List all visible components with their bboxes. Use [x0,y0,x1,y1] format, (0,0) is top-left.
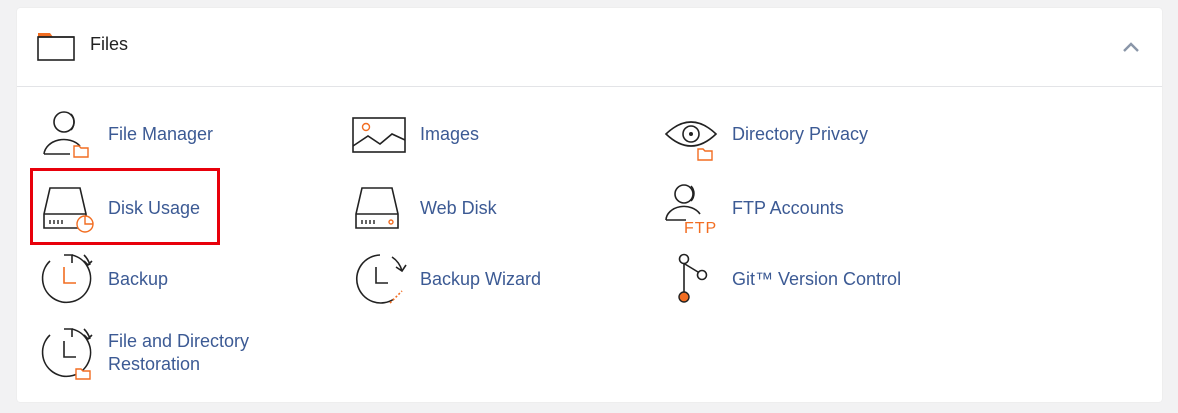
item-label: Web Disk [420,197,497,218]
item-label: Images [420,123,480,144]
web-disk-icon [355,187,399,229]
item-label: Backup Wizard [420,268,542,289]
file-manager-link[interactable]: File Manager [40,106,213,162]
file-manager-icon [43,111,89,158]
ftp-accounts-icon: FTP [665,184,717,236]
backup-link[interactable]: Backup [40,251,168,307]
item-label: Git™ Version Control [732,268,902,289]
file-restoration-icon [41,328,93,380]
item-label: Backup [108,268,169,289]
images-link[interactable]: Images [352,106,479,162]
web-disk-link[interactable]: Web Disk [352,180,497,236]
disk-usage-icon [43,187,94,233]
directory-privacy-icon [664,121,718,161]
git-version-control-link[interactable]: Git™ Version Control [664,251,901,307]
images-icon [352,117,406,153]
directory-privacy-link[interactable]: Directory Privacy [664,106,868,162]
files-panel: Files File Manager Images Directory Priv… [17,8,1162,402]
panel-title: Files [90,34,129,54]
file-directory-restoration-link[interactable]: File and Directory Restoration [40,325,268,381]
chevron-up-icon[interactable] [1120,38,1142,56]
panel-header[interactable]: Files [17,8,1162,87]
item-label: Directory Privacy [732,123,869,144]
item-label: File Manager [108,123,214,144]
ftp-accounts-link[interactable]: FTP FTP Accounts [664,180,844,236]
ftp-icon-text: FTP [684,220,717,236]
backup-icon [41,254,93,304]
git-icon [678,253,708,303]
item-label: FTP Accounts [732,197,844,218]
backup-wizard-icon [355,254,407,304]
item-label: Disk Usage [108,197,201,218]
backup-wizard-link[interactable]: Backup Wizard [352,251,541,307]
item-label: File and Directory Restoration [108,331,250,374]
disk-usage-link[interactable]: Disk Usage [40,180,200,236]
folder-icon [37,33,75,61]
